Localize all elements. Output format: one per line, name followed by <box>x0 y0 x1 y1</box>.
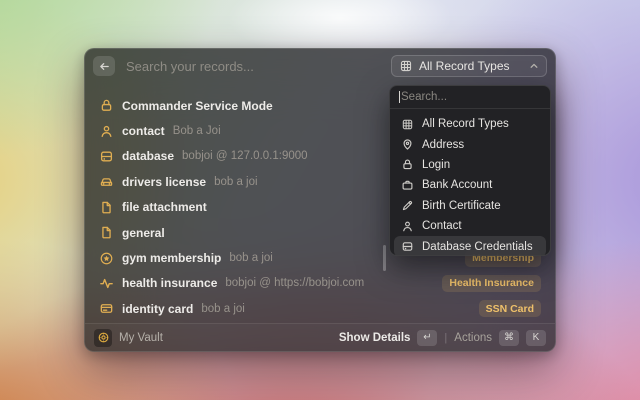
lock-icon <box>401 158 414 171</box>
record-title: gym membership <box>122 251 221 265</box>
dropdown-option[interactable]: Contact <box>394 216 546 236</box>
record-row[interactable]: health insurance bobjoi @ https://bobjoi… <box>93 271 547 296</box>
file-icon <box>99 200 114 215</box>
record-title: contact <box>122 124 165 138</box>
file-icon <box>99 225 114 240</box>
window-header: All Record Types <box>85 49 555 83</box>
grid-icon <box>401 118 414 131</box>
dropdown-option-label: Birth Certificate <box>422 200 501 212</box>
dropdown-option-label: Address <box>422 139 464 151</box>
record-title: drivers license <box>122 175 206 189</box>
briefcase-icon <box>401 179 414 192</box>
type-filter-search-input[interactable]: Search... <box>390 86 550 108</box>
dropdown-option-label: Login <box>422 159 450 171</box>
grid-icon <box>399 59 413 73</box>
dropdown-option[interactable]: Birth Certificate <box>394 196 546 216</box>
record-subtitle: bob a joi <box>201 303 244 315</box>
dropdown-option[interactable]: Address <box>394 134 546 154</box>
scrollbar-thumb[interactable] <box>383 245 386 271</box>
lock-icon <box>99 98 114 113</box>
record-title: database <box>122 149 174 163</box>
record-type-badge: Health Insurance <box>442 275 541 292</box>
cmd-keycap: ⌘ <box>499 330 519 346</box>
vault-search-window: All Record Types Commander Service Mode … <box>84 48 556 352</box>
type-filter-search-placeholder: Search... <box>401 91 447 103</box>
dropdown-option[interactable]: Login <box>394 155 546 175</box>
record-title: health insurance <box>122 276 217 290</box>
record-type-filter-button[interactable]: All Record Types <box>391 55 547 77</box>
record-row[interactable]: identity card bob a joi SSN Card <box>93 296 547 321</box>
record-type-badge: SSN Card <box>479 300 541 317</box>
actions-label[interactable]: Actions <box>454 332 492 344</box>
pulse-icon <box>99 276 114 291</box>
car-icon <box>99 174 114 189</box>
arrow-left-icon <box>98 60 111 73</box>
record-title: file attachment <box>122 200 207 214</box>
record-title: Commander Service Mode <box>122 99 273 113</box>
pen-icon <box>401 199 414 212</box>
record-subtitle: Bob a Joi <box>173 125 221 137</box>
record-subtitle: bob a joi <box>214 176 257 188</box>
database-icon <box>99 149 114 164</box>
dropdown-option[interactable]: All Record Types <box>394 114 546 134</box>
footer-actions: Show Details ↵ | Actions ⌘ K <box>339 330 546 346</box>
dropdown-option[interactable]: Bank Account <box>394 175 546 195</box>
database-icon <box>401 240 414 253</box>
chevron-up-icon <box>529 61 539 71</box>
enter-keycap: ↵ <box>417 330 437 346</box>
star-circle-icon <box>99 251 114 266</box>
footer-separator: | <box>444 332 447 344</box>
dropdown-option-label: Contact <box>422 220 462 232</box>
desktop-background: All Record Types Commander Service Mode … <box>0 0 640 400</box>
record-subtitle: bobjoi @ https://bobjoi.com <box>225 277 364 289</box>
dropdown-options: All Record Types Address Login Bank Acco… <box>390 109 550 256</box>
map-pin-icon <box>401 138 414 151</box>
person-icon <box>401 220 414 233</box>
dropdown-option-label: Bank Account <box>422 179 492 191</box>
text-caret <box>399 91 400 103</box>
vault-logo-icon <box>94 329 112 347</box>
record-subtitle: bobjoi @ 127.0.0.1:9000 <box>182 150 308 162</box>
vault-name-label[interactable]: My Vault <box>119 332 163 344</box>
dropdown-option-label: All Record Types <box>422 118 509 130</box>
back-button[interactable] <box>93 56 115 76</box>
records-search-input[interactable] <box>124 58 382 75</box>
dropdown-option-label: Database Credentials <box>422 241 533 253</box>
show-details-label[interactable]: Show Details <box>339 332 411 344</box>
filter-label: All Record Types <box>419 59 510 73</box>
record-type-dropdown: Search... All Record Types Address Login… <box>389 85 551 256</box>
k-keycap: K <box>526 330 546 346</box>
record-title: general <box>122 226 165 240</box>
window-footer: My Vault Show Details ↵ | Actions ⌘ K <box>85 323 555 351</box>
dropdown-option[interactable]: Database Credentials <box>394 236 546 256</box>
record-subtitle: bob a joi <box>229 252 272 264</box>
id-card-icon <box>99 301 114 316</box>
person-icon <box>99 124 114 139</box>
record-title: identity card <box>122 302 193 316</box>
